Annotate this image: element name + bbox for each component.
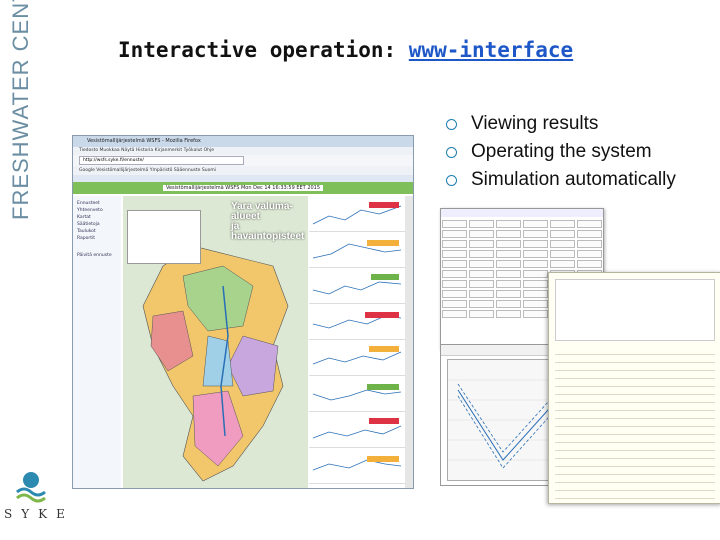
mini-chart <box>309 376 405 412</box>
bookmarks-bar: Google Vesistömallijärjestelmä Ympäristö… <box>73 166 413 175</box>
circle-ring-icon <box>446 174 457 186</box>
bullet-item: Viewing results <box>446 110 676 138</box>
slide-title: Interactive operation: www-interface <box>118 38 573 62</box>
bullet-item: Operating the system <box>446 138 676 166</box>
map-legend <box>127 210 201 264</box>
mini-chart <box>309 448 405 484</box>
nav-item: Säätietoja <box>77 222 100 227</box>
sheet-form <box>555 279 715 341</box>
table-row <box>441 229 603 239</box>
browser-screenshot: Vesistömallijärjestelmä WSFS - Mozilla F… <box>72 135 414 489</box>
brand-side-text: FRESHWATER CENTRE <box>8 0 33 220</box>
nav-item: Päivitä ennuste <box>77 253 112 258</box>
simulation-sheet-screenshot <box>548 272 720 504</box>
left-nav: Ennusteet Yhteenveto Kartat Säätietoja T… <box>73 196 121 488</box>
bullet-text: Simulation automatically <box>471 169 676 190</box>
browser-title-bar: Vesistömallijärjestelmä WSFS - Mozilla F… <box>73 136 413 147</box>
bullet-text: Viewing results <box>471 113 599 134</box>
forecast-chart-column <box>309 196 405 488</box>
nav-item: Raportit <box>77 236 96 241</box>
mini-chart <box>309 196 405 232</box>
nav-item: Yhteenveto <box>77 208 103 213</box>
page-header: Vesistömallijärjestelmä WSFS Mon Dec 14 … <box>73 182 413 194</box>
mini-chart <box>309 232 405 268</box>
map-title-line: Yara valuma-alueet <box>231 201 293 222</box>
page-scrollbar <box>405 196 413 488</box>
circle-ring-icon <box>446 146 457 158</box>
table-row <box>441 259 603 269</box>
nav-item: Ennusteet <box>77 201 100 206</box>
title-prefix: Interactive operation: <box>118 38 409 62</box>
page-header-text: Vesistömallijärjestelmä WSFS Mon Dec 14 … <box>162 185 324 191</box>
bullet-item: Simulation automatically <box>446 166 676 194</box>
title-link[interactable]: www-interface <box>409 38 573 62</box>
nav-item: Taulukot <box>77 229 96 234</box>
mini-chart <box>309 268 405 304</box>
table-row <box>441 249 603 259</box>
table-row <box>441 219 603 229</box>
browser-url-bar: http://wsfs.syke.fi/ennuste/ <box>73 155 413 166</box>
browser-menu-bar: Tiedosto Muokkaa Näytä Historia Kirjanme… <box>73 147 413 155</box>
nav-item: Kartat <box>77 215 91 220</box>
mini-chart <box>309 412 405 448</box>
catchment-map: Yara valuma-alueet ja havaintopisteet <box>123 196 308 488</box>
map-title: Yara valuma-alueet ja havaintopisteet <box>231 202 308 242</box>
bullet-list: Viewing results Operating the system Sim… <box>446 110 676 194</box>
bullet-text: Operating the system <box>471 141 652 162</box>
syke-wave-icon <box>16 472 46 503</box>
browser-page: Vesistömallijärjestelmä WSFS Mon Dec 14 … <box>73 182 413 488</box>
circle-ring-icon <box>446 118 457 130</box>
mini-chart <box>309 304 405 340</box>
table-toolbar <box>441 209 603 217</box>
mini-chart <box>309 340 405 376</box>
table-row <box>441 239 603 249</box>
brand-strip: FRESHWATER CENTRE SYKE <box>0 0 65 540</box>
map-title-line: ja havaintopisteet <box>231 221 305 242</box>
address-field: http://wsfs.syke.fi/ennuste/ <box>79 156 244 165</box>
syke-logo-text: SYKE <box>4 507 74 521</box>
